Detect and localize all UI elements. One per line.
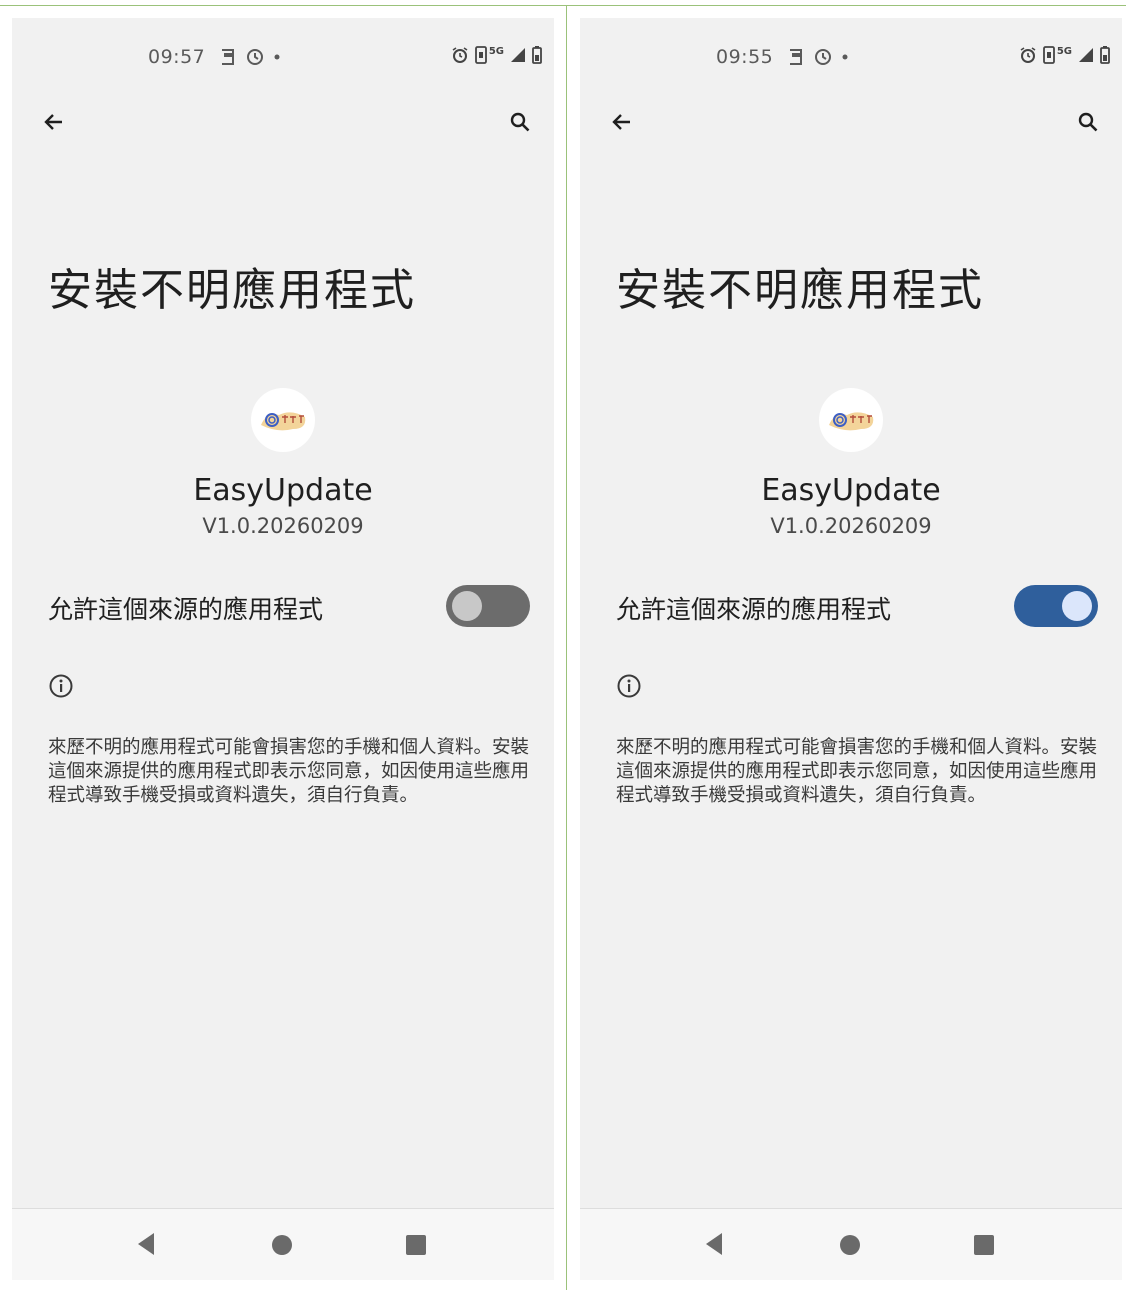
- arrow-back-icon: [44, 114, 62, 130]
- dot-icon: [274, 54, 280, 60]
- nav-back-icon: [138, 1233, 154, 1255]
- nav-recents-button[interactable]: [974, 1235, 994, 1255]
- navigation-bar: [12, 1208, 554, 1280]
- app-logo-icon: [819, 388, 883, 452]
- arrow-back-icon: [612, 114, 630, 130]
- back-button[interactable]: [602, 102, 642, 142]
- status-left-icons: [220, 48, 280, 66]
- security-warning-text: 來歷不明的應用程式可能會損害您的手機和個人資料。安裝這個來源提供的應用程式即表示…: [616, 737, 1098, 806]
- alarm-icon: [1019, 46, 1037, 64]
- status-left-icons: [788, 48, 848, 66]
- notification-app-icon: [788, 48, 804, 66]
- toggle-thumb: [1062, 591, 1092, 621]
- frame-top-divider: [0, 5, 1126, 6]
- network-type-label: 5G: [488, 45, 504, 57]
- status-right-icons: 5G: [1019, 46, 1110, 64]
- status-time: 09:55: [716, 46, 774, 68]
- network-type-label: 5G: [1056, 45, 1072, 57]
- clock-icon: [246, 48, 264, 66]
- nav-home-button[interactable]: [840, 1235, 860, 1255]
- allow-source-toggle[interactable]: [1014, 585, 1098, 627]
- app-logo-icon: [251, 388, 315, 452]
- allow-source-label: 允許這個來源的應用程式: [48, 595, 324, 624]
- search-button[interactable]: [1068, 102, 1108, 142]
- search-button[interactable]: [500, 102, 540, 142]
- page-title: 安裝不明應用程式: [616, 265, 984, 316]
- phone-screen-right: 09:55 5G 安裝不明應用程式 EasyUpdate V1.0.202602…: [580, 18, 1122, 1280]
- status-bar: 09:55 5G: [580, 18, 1122, 96]
- page-title: 安裝不明應用程式: [48, 265, 416, 316]
- status-bar: 09:57 5G: [12, 18, 554, 96]
- back-button[interactable]: [34, 102, 74, 142]
- nav-recents-button[interactable]: [406, 1235, 426, 1255]
- allow-source-label: 允許這個來源的應用程式: [616, 595, 892, 624]
- toggle-thumb: [452, 591, 482, 621]
- status-time: 09:57: [148, 46, 206, 68]
- info-icon: [48, 673, 74, 703]
- nav-back-button[interactable]: [136, 1231, 156, 1261]
- app-name: EasyUpdate: [193, 473, 373, 508]
- nav-back-icon: [706, 1233, 722, 1255]
- frame-center-divider: [566, 5, 567, 1290]
- info-icon: [616, 673, 642, 703]
- status-right-icons: 5G: [451, 46, 542, 64]
- signal-icon: [510, 47, 526, 63]
- allow-source-setting[interactable]: 允許這個來源的應用程式: [580, 580, 1122, 632]
- signal-icon: [1078, 47, 1094, 63]
- allow-source-setting[interactable]: 允許這個來源的應用程式: [12, 580, 554, 632]
- app-name: EasyUpdate: [761, 473, 941, 508]
- battery-icon: [1100, 46, 1110, 64]
- sim-card-icon: [1042, 46, 1055, 64]
- nav-home-button[interactable]: [272, 1235, 292, 1255]
- security-warning-text: 來歷不明的應用程式可能會損害您的手機和個人資料。安裝這個來源提供的應用程式即表示…: [48, 737, 530, 806]
- clock-icon: [814, 48, 832, 66]
- dot-icon: [842, 54, 848, 60]
- navigation-bar: [580, 1208, 1122, 1280]
- allow-source-toggle[interactable]: [446, 585, 530, 627]
- app-version: V1.0.20260209: [202, 514, 364, 538]
- phone-screen-left: 09:57 5G 安裝不明應用程式 EasyUpdate V1.0.202602…: [12, 18, 554, 1280]
- nav-back-button[interactable]: [704, 1231, 724, 1261]
- app-version: V1.0.20260209: [770, 514, 932, 538]
- search-icon: [510, 112, 530, 132]
- alarm-icon: [451, 46, 469, 64]
- top-app-bar: [580, 98, 1122, 148]
- search-icon: [1078, 112, 1098, 132]
- battery-icon: [532, 46, 542, 64]
- sim-card-icon: [474, 46, 487, 64]
- notification-app-icon: [220, 48, 236, 66]
- top-app-bar: [12, 98, 554, 148]
